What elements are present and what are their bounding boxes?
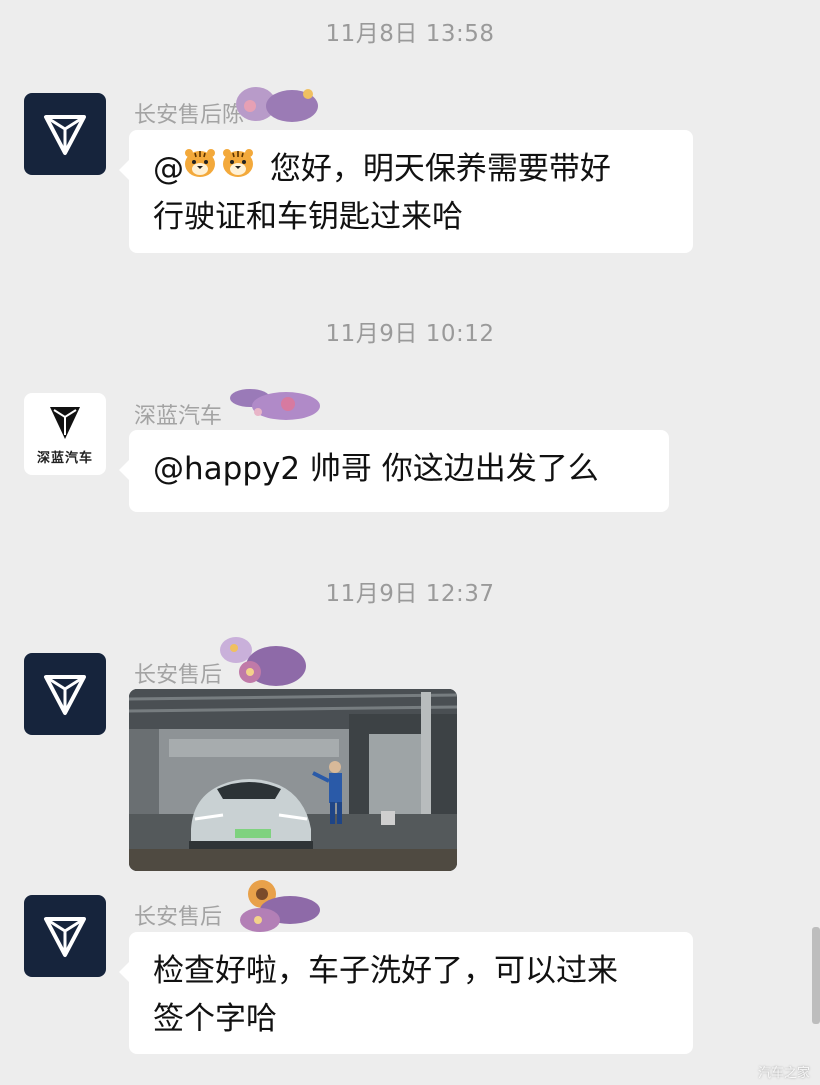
privacy-sticker <box>236 87 318 122</box>
timestamp: 11月9日 12:37 <box>325 581 495 607</box>
message-text: 签个字哈 <box>153 1001 277 1037</box>
message-bubble[interactable]: 检查好啦，车子洗好了，可以过来 签个字哈 <box>119 932 693 1054</box>
tiger-face-emoji-icon <box>222 144 254 192</box>
privacy-sticker <box>240 880 320 932</box>
message-text: 检查好啦，车子洗好了，可以过来 <box>153 953 618 989</box>
scrollbar-thumb[interactable] <box>812 927 820 1024</box>
sender-name: 长安售后 <box>134 905 223 930</box>
avatar-deepal-logo[interactable] <box>24 93 106 175</box>
watermark: 汽车之家 <box>757 1066 810 1081</box>
car-wash-photo[interactable] <box>129 689 457 871</box>
sender-name: 长安售后陈 <box>134 103 245 128</box>
tiger-face-emoji-icon <box>184 144 216 192</box>
deepal-logo-icon <box>44 917 86 957</box>
deepal-logo-icon <box>44 115 86 155</box>
message-text: 行驶证和车钥匙过来哈 <box>153 199 463 235</box>
message-text: @happy2 帅哥 你这边出发了么 <box>153 451 599 487</box>
privacy-sticker <box>220 637 306 686</box>
mention-at: @ <box>153 151 184 187</box>
avatar-brand-text: 深蓝汽车 <box>36 451 93 466</box>
sender-name: 长安售后 <box>134 663 223 688</box>
sender-name: 深蓝汽车 <box>134 404 223 429</box>
timestamp: 11月9日 10:12 <box>325 321 495 347</box>
message-bubble[interactable]: @ 您好，明天保养需要带好 行驶证和车钥匙过来哈 <box>119 130 693 253</box>
message-text: 您好，明天保养需要带好 <box>269 151 611 187</box>
timestamp: 11月8日 13:58 <box>325 21 495 47</box>
avatar-deepal-logo[interactable] <box>24 653 106 735</box>
message-bubble[interactable]: @happy2 帅哥 你这边出发了么 <box>119 430 669 512</box>
avatar-deepal-logo[interactable] <box>24 895 106 977</box>
message-line: @ 您好，明天保养需要带好 <box>153 145 669 193</box>
privacy-sticker <box>230 389 320 420</box>
avatar-deepal-brand[interactable]: 深蓝汽车 <box>24 393 106 475</box>
deepal-logo-icon <box>44 675 86 715</box>
car-wash-image <box>129 689 457 871</box>
